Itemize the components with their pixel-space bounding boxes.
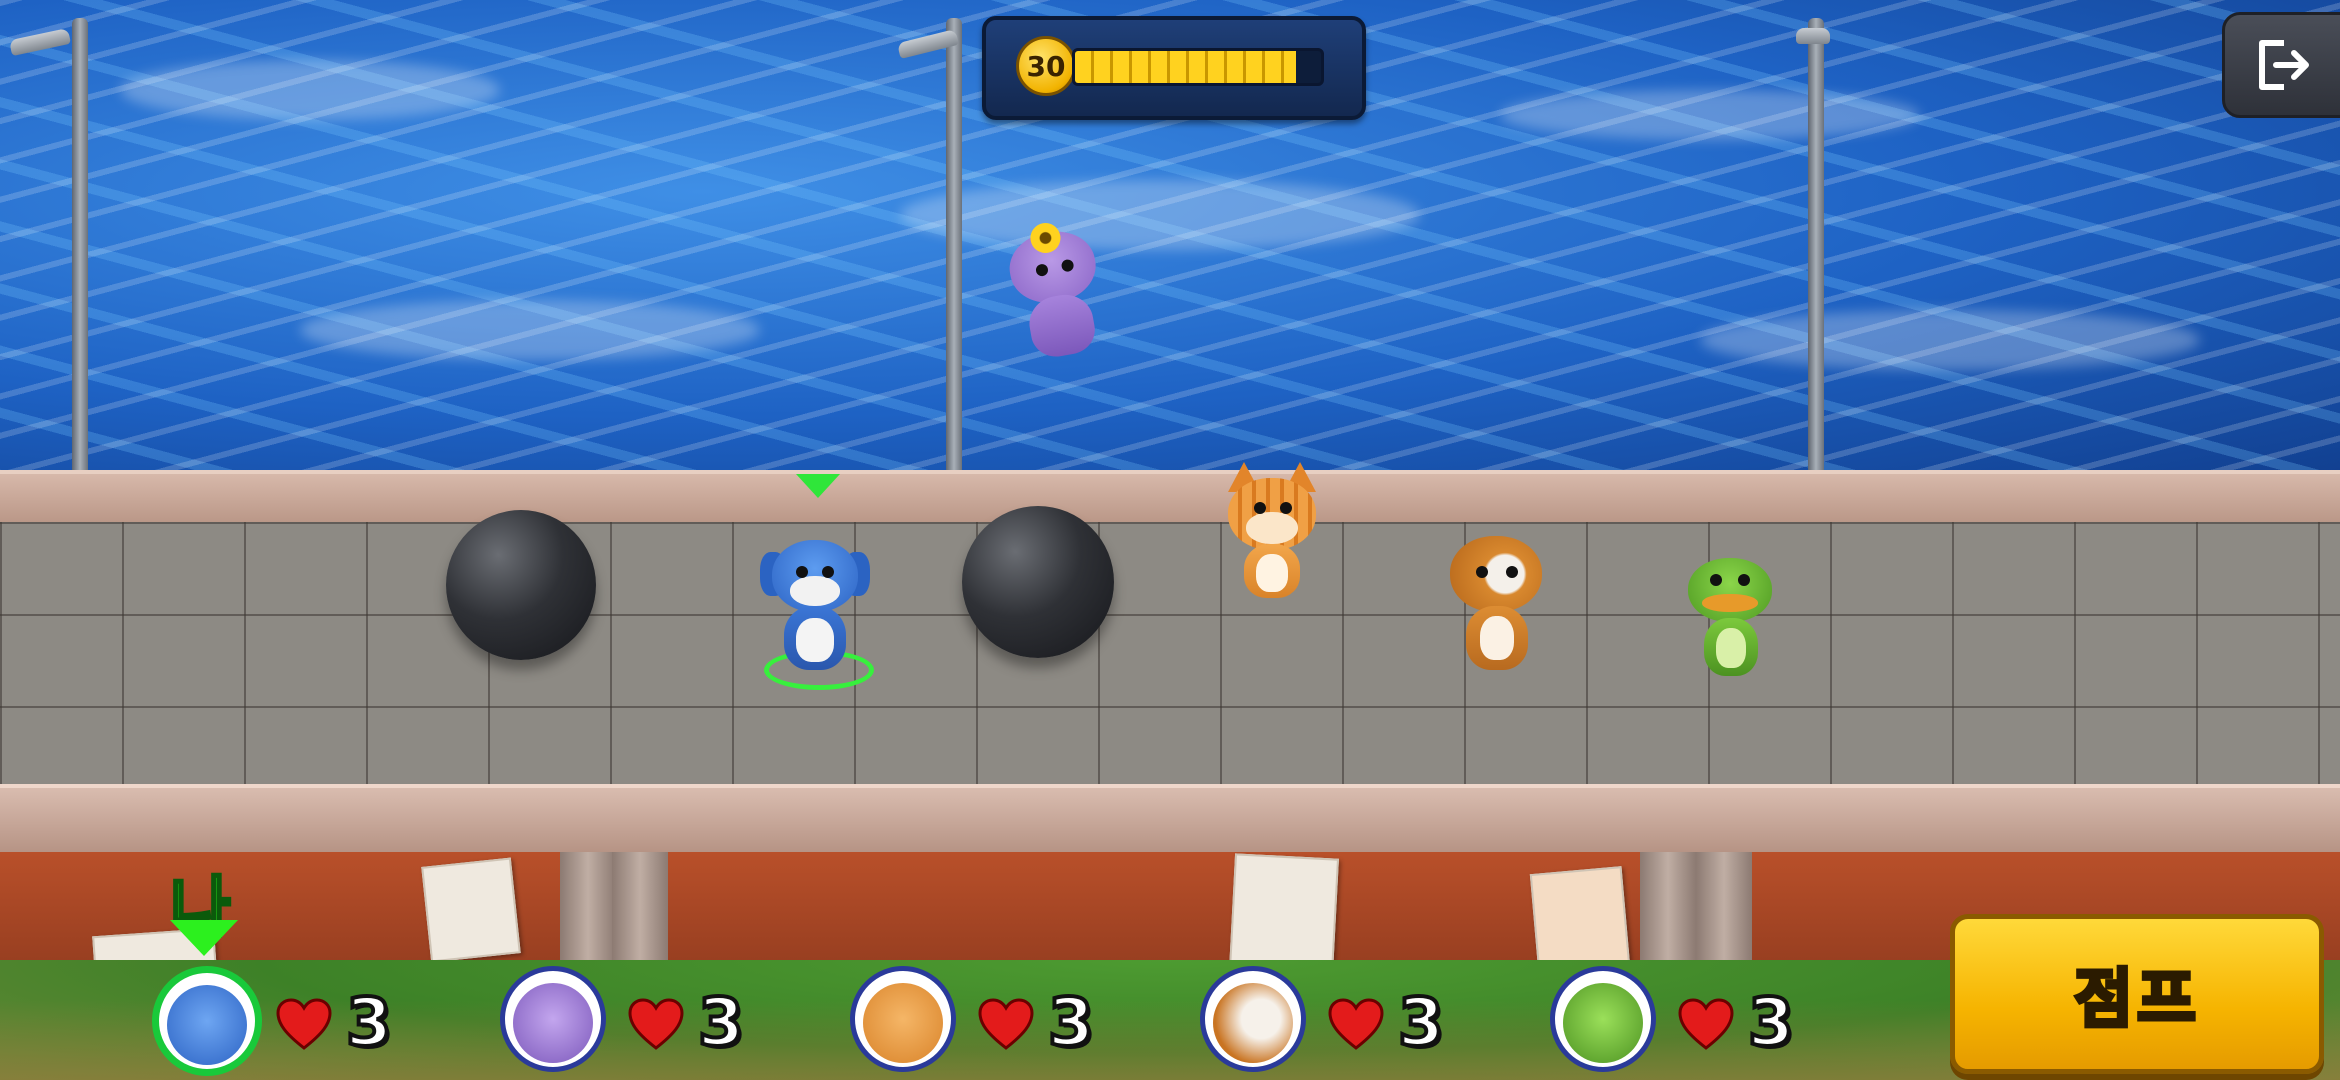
timer-value: 30 [1026,49,1066,83]
avatar-blue-dog [167,985,247,1065]
my-character-marker-icon [796,474,840,498]
character-brown-bulldog [1446,536,1546,676]
lamp-post [72,18,88,484]
bridge-deck [0,522,2340,792]
wall-poster [1529,866,1631,974]
player-lives: 3 [1396,982,1446,1063]
heart-icon [1678,998,1734,1050]
character-green-frog [1680,554,1780,684]
rolling-ball [446,510,596,660]
avatar-green-frog [1563,983,1643,1063]
water-foam [900,180,1420,250]
water-foam [1500,90,1920,140]
timer-bar-fill [1075,51,1297,83]
player-slot [1200,966,1306,1072]
lamp-post [1808,18,1824,484]
heart-icon [276,998,332,1050]
heart-icon [978,998,1034,1050]
my-player-arrow-icon [170,920,238,956]
avatar-brown-bulldog [1213,983,1293,1063]
water-foam [120,60,500,120]
heart-icon [1328,998,1384,1050]
lamp-post [946,18,962,484]
jump-button-label: 점프 [2072,961,2200,1039]
exit-icon [2259,40,2309,90]
character-orange-cat [1222,462,1322,602]
player-lives: 3 [696,982,746,1063]
player-slot [1550,966,1656,1072]
rolling-ball [962,506,1114,658]
bridge-railing-top [0,470,2340,530]
player-slot [500,966,606,1072]
avatar-orange-cat [863,983,943,1063]
exit-button[interactable] [2222,12,2340,118]
player-lives: 3 [1046,982,1096,1063]
wall-poster [421,857,521,963]
water-foam [1700,310,2200,370]
water-foam [300,300,760,360]
timer-bar [1072,48,1324,86]
character-purple-hippo [989,213,1124,370]
lamp-head [1796,28,1830,44]
player-lives: 3 [1746,982,1796,1063]
avatar-purple-hippo [513,983,593,1063]
player-lives: 3 [344,982,394,1063]
wall-poster [1229,853,1339,975]
character-blue-dog [760,540,870,680]
heart-icon [628,998,684,1050]
player-slot-me [152,966,262,1076]
player-slot [850,966,956,1072]
timer-coin-icon: 30 [1016,36,1076,96]
jump-button[interactable]: 점프 [1950,914,2324,1074]
